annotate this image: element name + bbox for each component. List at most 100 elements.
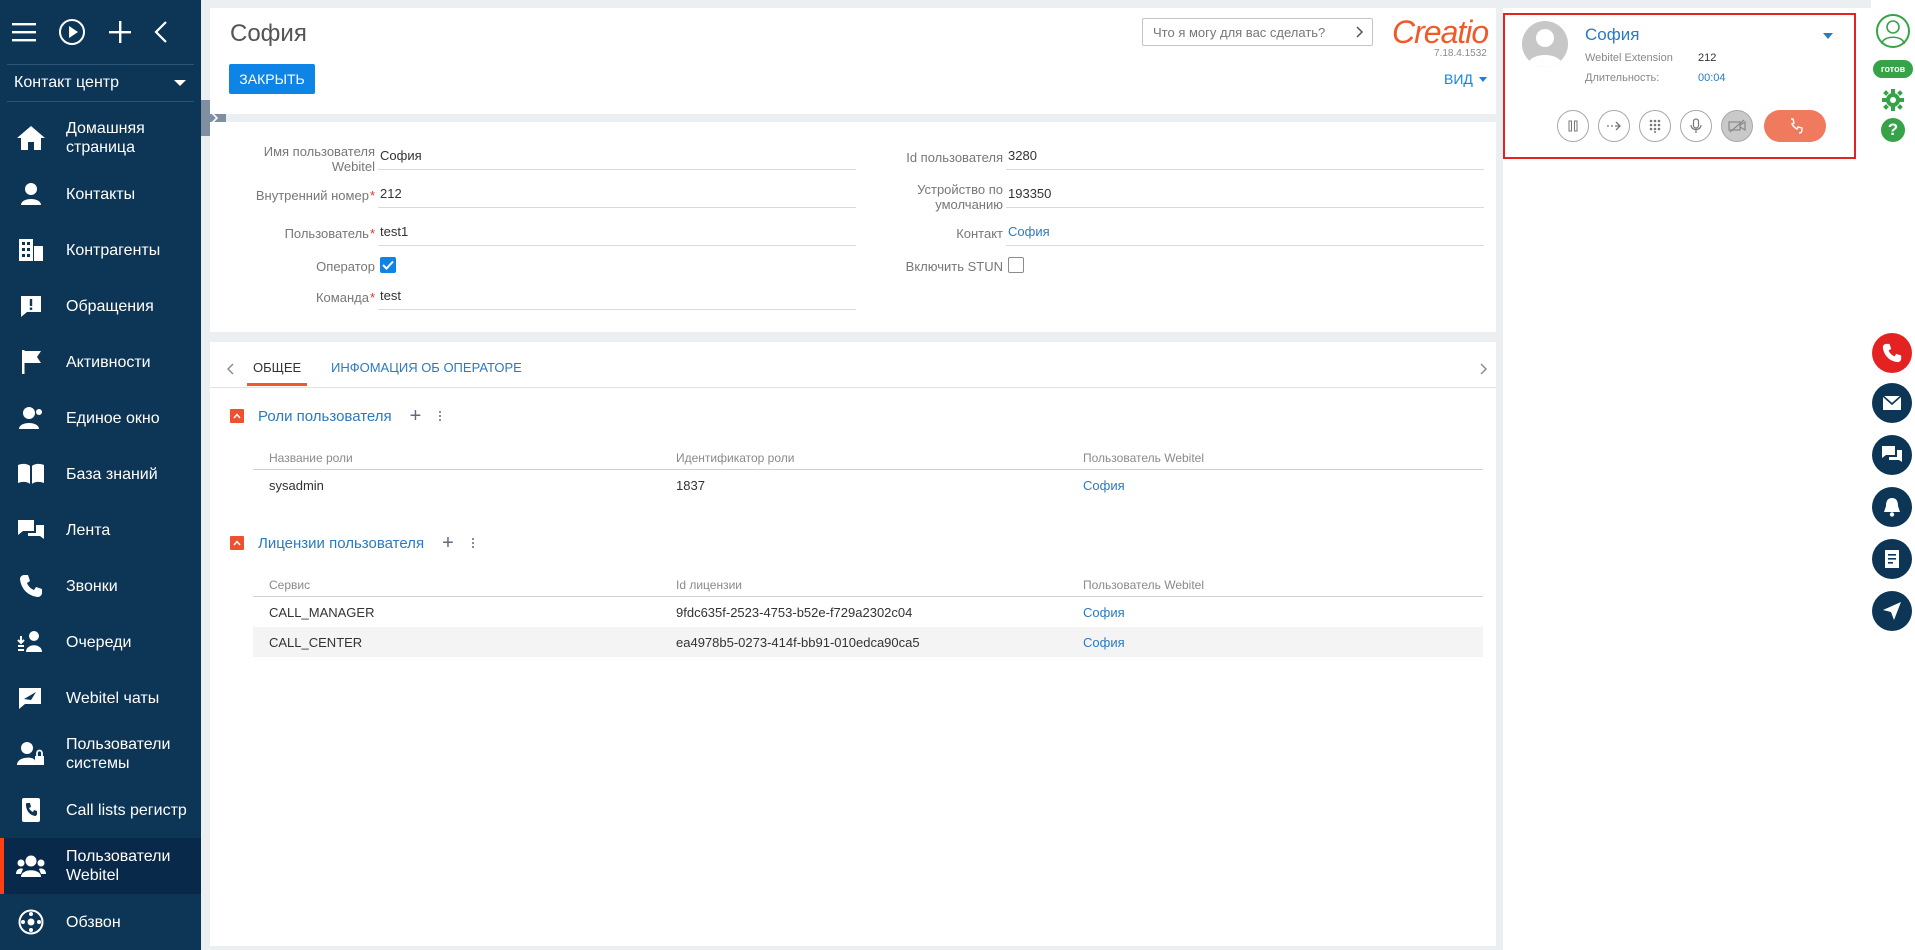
nav-item-knowledge-base[interactable]: База знаний — [0, 446, 201, 502]
documents-button[interactable] — [1872, 539, 1912, 579]
workspace-select[interactable]: Контакт центр — [7, 64, 194, 102]
operator-checkbox[interactable] — [380, 257, 396, 273]
licenses-section-title[interactable]: Лицензии пользователя — [258, 535, 424, 552]
chevron-down-icon — [1478, 76, 1487, 82]
roles-section-title[interactable]: Роли пользователя — [258, 408, 392, 425]
column-header[interactable]: Id лицензии — [676, 573, 742, 596]
email-button[interactable] — [1872, 383, 1912, 423]
dial-icon — [16, 907, 46, 937]
device-label: Устройство по умолчанию — [917, 182, 1003, 212]
nav-item-webitel-users[interactable]: Пользователи Webitel — [0, 838, 201, 894]
nav-item-accounts[interactable]: Контрагенты — [0, 222, 201, 278]
licenses-grid: Сервис Id лицензии Пользователь Webitel … — [253, 573, 1483, 657]
add-role-button[interactable]: + — [410, 406, 422, 426]
webitel-user-link[interactable]: София — [1083, 627, 1125, 657]
play-icon[interactable] — [58, 18, 86, 46]
collapse-toggle[interactable] — [230, 409, 244, 423]
alert-icon — [16, 291, 46, 321]
license-id-cell: ea4978b5-0273-414f-bb91-010edca90ca5 — [676, 634, 920, 650]
nav-item-home[interactable]: Домашняя страница — [0, 110, 201, 166]
sidebar: Контакт центр Домашняя страница Контакты… — [0, 0, 201, 950]
view-label: ВИД — [1444, 71, 1473, 87]
nav-item-call-lists[interactable]: Call lists регистр — [0, 782, 201, 838]
add-license-button[interactable]: + — [442, 533, 454, 553]
gear-icon[interactable] — [1881, 88, 1905, 117]
tab-scroll-right-icon[interactable] — [1480, 362, 1488, 380]
sidebar-toolbar — [0, 0, 201, 64]
transfer-button[interactable] — [1598, 110, 1630, 142]
team-field[interactable]: test — [378, 282, 856, 310]
nav-item-webitel-chats[interactable]: Webitel чаты — [0, 670, 201, 726]
collapse-toggle[interactable] — [230, 536, 244, 550]
keypad-button[interactable] — [1639, 110, 1671, 142]
home-icon — [16, 123, 46, 153]
extension-field[interactable]: 212 — [378, 180, 856, 208]
pause-icon — [1568, 120, 1578, 132]
column-header[interactable]: Пользователь Webitel — [1083, 446, 1204, 469]
command-search-input[interactable]: Что я могу для вас сделать? — [1142, 18, 1373, 46]
phone-call-button[interactable] — [1872, 333, 1912, 373]
table-row[interactable]: CALL_MANAGER 9fdc635f-2523-4753-b52e-f72… — [253, 597, 1483, 627]
column-header[interactable]: Пользователь Webitel — [1083, 573, 1204, 596]
more-options-icon[interactable] — [471, 538, 476, 548]
table-row[interactable]: sysadmin 1837 София — [253, 470, 1483, 500]
extension-label: Webitel Extension — [1585, 52, 1673, 64]
chevron-down-icon[interactable] — [1823, 33, 1833, 39]
tab-operator-info[interactable]: ИНФОМАЦИЯ ОБ ОПЕРАТОРЕ — [331, 360, 522, 375]
nav-item-contacts[interactable]: Контакты — [0, 166, 201, 222]
more-options-icon[interactable] — [439, 411, 443, 421]
team-label-text: Команда — [315, 290, 369, 305]
book-icon — [16, 459, 46, 489]
profile-avatar-icon[interactable] — [1876, 14, 1910, 48]
hold-button[interactable] — [1557, 110, 1589, 142]
username-field[interactable]: София — [378, 142, 856, 170]
nav-item-calls[interactable]: Звонки — [0, 558, 201, 614]
plus-icon[interactable] — [108, 20, 132, 44]
user-label-text: Пользователь — [284, 226, 369, 241]
table-row[interactable]: CALL_CENTER ea4978b5-0273-414f-bb91-010e… — [253, 627, 1483, 657]
column-header[interactable]: Идентификатор роли — [676, 446, 794, 469]
notifications-button[interactable] — [1872, 487, 1912, 527]
chevron-right-icon — [1356, 26, 1364, 41]
mute-button[interactable] — [1680, 110, 1712, 142]
nav-item-activities[interactable]: Активности — [0, 334, 201, 390]
device-field[interactable]: 193350 — [1006, 180, 1484, 208]
video-off-icon — [1728, 119, 1746, 133]
help-icon[interactable]: ? — [1881, 118, 1905, 142]
nav-item-system-users[interactable]: Пользователи системы — [0, 726, 201, 782]
person-chat-icon — [16, 403, 46, 433]
nav-item-queues[interactable]: Очереди — [0, 614, 201, 670]
column-header[interactable]: Сервис — [269, 573, 310, 596]
roles-grid-header: Название роли Идентификатор роли Пользов… — [253, 446, 1483, 470]
license-id-cell: 9fdc635f-2523-4753-b52e-f729a2302c04 — [676, 604, 913, 620]
webitel-user-link[interactable]: София — [1083, 470, 1125, 500]
nav-item-cases[interactable]: Обращения — [0, 278, 201, 334]
menu-icon[interactable] — [12, 22, 36, 42]
contact-link[interactable]: София — [1006, 218, 1484, 246]
user-id-field[interactable]: 3280 — [1006, 142, 1484, 170]
chat-button[interactable] — [1872, 435, 1912, 475]
caller-name[interactable]: София — [1585, 25, 1639, 45]
nav-item-dialer[interactable]: Обзвон — [0, 894, 201, 950]
send-button[interactable] — [1872, 591, 1912, 631]
communication-strip: готов ? — [1871, 0, 1915, 950]
webitel-user-link[interactable]: София — [1083, 597, 1125, 627]
status-badge[interactable]: готов — [1873, 60, 1913, 78]
user-field[interactable]: test1 — [378, 218, 856, 246]
video-off-button[interactable] — [1721, 110, 1753, 142]
collapse-left-icon[interactable] — [154, 20, 168, 44]
tab-scroll-left-icon[interactable] — [226, 362, 234, 380]
close-button[interactable]: ЗАКРЫТЬ — [229, 64, 315, 94]
column-header[interactable]: Название роли — [269, 446, 353, 469]
view-menu-button[interactable]: ВИД — [1444, 71, 1487, 87]
call-list-icon — [16, 795, 46, 825]
stun-checkbox[interactable] — [1008, 257, 1024, 273]
stun-label: Включить STUN — [905, 259, 1003, 274]
hangup-button[interactable] — [1764, 110, 1826, 142]
nav-item-single-window[interactable]: Единое окно — [0, 390, 201, 446]
tab-general[interactable]: ОБЩЕЕ — [246, 360, 308, 386]
paper-plane-icon — [1883, 602, 1901, 620]
nav-item-feed[interactable]: Лента — [0, 502, 201, 558]
flag-icon — [16, 347, 46, 377]
chat-icon — [1882, 446, 1902, 462]
